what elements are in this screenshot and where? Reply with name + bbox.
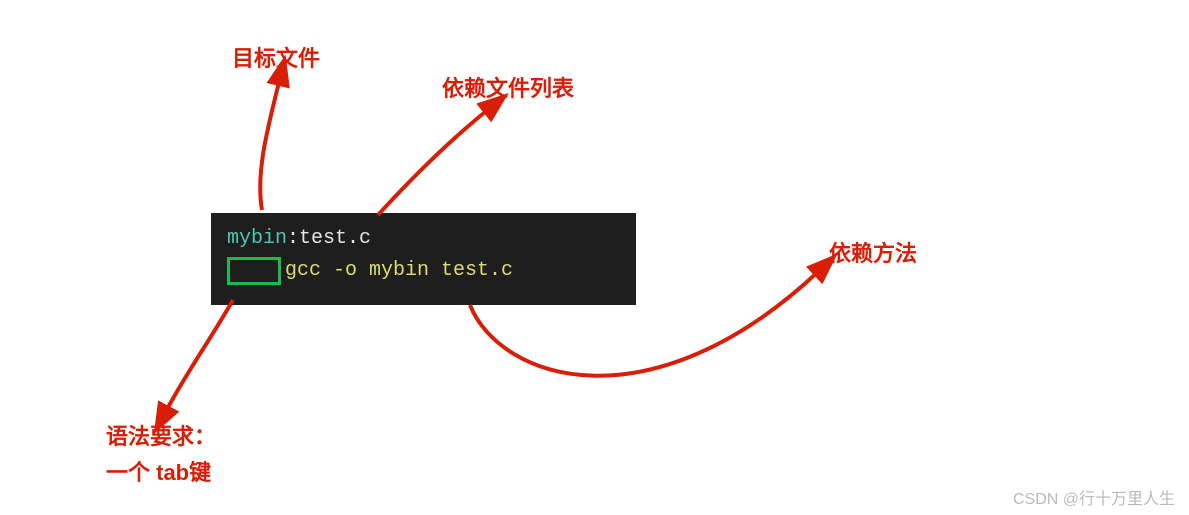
tab-indicator-box	[227, 257, 281, 285]
makefile-line-2: gcc -o mybin test.c	[227, 255, 620, 287]
label-dependency-method: 依赖方法	[829, 239, 917, 270]
token-target: mybin	[227, 227, 287, 250]
label-syntax-req-1: 语法要求：	[106, 422, 216, 453]
arrow-target-file	[260, 78, 280, 210]
watermark: CSDN @行十万里人生	[1013, 485, 1175, 509]
label-dependency-list: 依赖文件列表	[442, 74, 574, 105]
token-command: gcc -o mybin test.c	[285, 255, 513, 287]
label-syntax-req-2: 一个 tab键	[106, 458, 211, 489]
arrow-syntax-req	[165, 300, 233, 413]
makefile-line-1: mybin:test.c	[227, 223, 620, 255]
arrow-dependency-list	[378, 108, 490, 215]
label-target-file: 目标文件	[232, 44, 320, 75]
code-block: mybin:test.c gcc -o mybin test.c	[211, 213, 636, 305]
token-colon: :	[287, 227, 299, 250]
token-deps: test.c	[299, 227, 371, 250]
